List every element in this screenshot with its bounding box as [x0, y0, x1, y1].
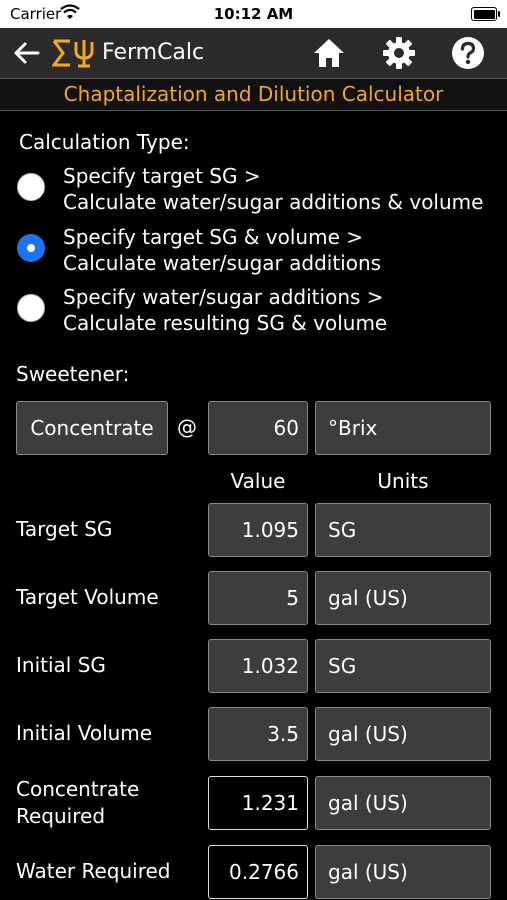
target-sg-input[interactable]: 1.095 — [208, 503, 308, 557]
concentrate-required-output: 1.231 — [208, 776, 308, 830]
initial-volume-input[interactable]: 3.5 — [208, 707, 308, 761]
navigation-bar: FermCalc — [0, 28, 507, 78]
battery-icon — [471, 7, 500, 21]
at-symbol: @ — [177, 415, 197, 439]
sweetener-label: Sweetener: — [16, 362, 130, 386]
radio-option-1[interactable] — [17, 173, 45, 201]
app-title: FermCalc — [102, 40, 205, 65]
sweetener-unit-select[interactable]: °Brix — [315, 401, 491, 455]
sweetener-concentration-input[interactable]: 60 — [208, 401, 308, 455]
concentrate-required-unit-select[interactable]: gal (US) — [315, 776, 491, 830]
water-required-output: 0.2766 — [208, 845, 308, 899]
page-subtitle: Chaptalization and Dilution Calculator — [0, 78, 507, 111]
target-volume-unit-select[interactable]: gal (US) — [315, 571, 491, 625]
radio-option-2-selected[interactable] — [17, 234, 45, 262]
initial-sg-unit-select[interactable]: SG — [315, 639, 491, 693]
water-required-label: Water Required — [16, 859, 171, 883]
units-column-header: Units — [377, 469, 429, 493]
help-icon[interactable] — [451, 36, 485, 70]
option-3-line1[interactable]: Specify water/sugar additions > — [63, 285, 384, 309]
home-icon[interactable] — [312, 36, 346, 70]
clock: 10:12 AM — [213, 5, 294, 23]
radio-option-3[interactable] — [17, 294, 45, 322]
target-sg-label: Target SG — [16, 517, 113, 541]
concentrate-required-label-line1: Concentrate — [16, 777, 140, 801]
back-arrow-icon[interactable] — [12, 38, 42, 68]
status-bar: Carrier 10:12 AM — [0, 0, 507, 28]
option-1-line2[interactable]: Calculate water/sugar additions & volume — [63, 190, 483, 214]
option-3-line2[interactable]: Calculate resulting SG & volume — [63, 311, 387, 335]
initial-volume-unit-select[interactable]: gal (US) — [315, 707, 491, 761]
sweetener-type-button[interactable]: Concentrate — [16, 401, 168, 455]
concentrate-required-label-line2: Required — [16, 804, 106, 828]
gear-icon[interactable] — [382, 36, 416, 70]
option-2-line2[interactable]: Calculate water/sugar additions — [63, 251, 381, 275]
target-volume-input[interactable]: 5 — [208, 571, 308, 625]
water-required-unit-select[interactable]: gal (US) — [315, 845, 491, 899]
value-column-header: Value — [230, 469, 286, 493]
option-1-line1[interactable]: Specify target SG > — [63, 164, 261, 188]
target-sg-unit-select[interactable]: SG — [315, 503, 491, 557]
initial-sg-label: Initial SG — [16, 653, 106, 677]
initial-sg-input[interactable]: 1.032 — [208, 639, 308, 693]
option-2-line1[interactable]: Specify target SG & volume > — [63, 225, 363, 249]
initial-volume-label: Initial Volume — [16, 721, 153, 745]
target-volume-label: Target Volume — [16, 585, 159, 609]
calculation-type-label: Calculation Type: — [19, 130, 190, 154]
fermcalc-logo-icon — [52, 39, 94, 68]
